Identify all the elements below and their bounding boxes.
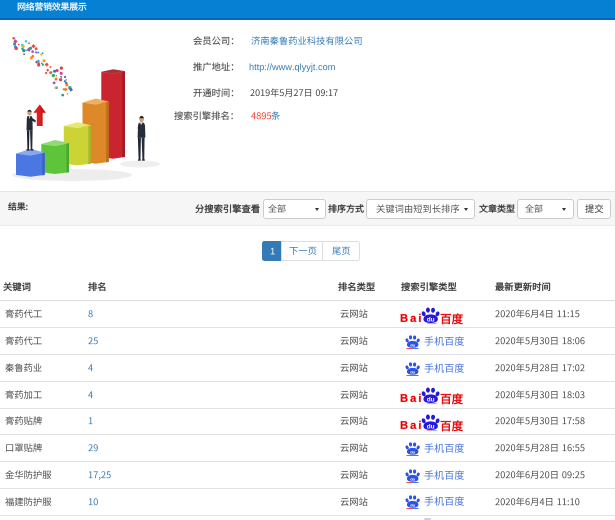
svg-text:du: du xyxy=(427,316,435,323)
svg-text:du: du xyxy=(427,423,435,430)
svg-text:du: du xyxy=(410,476,415,481)
svg-text:du: du xyxy=(427,396,435,403)
svg-text:du: du xyxy=(410,369,415,374)
svg-text:du: du xyxy=(410,449,415,454)
svg-text:du: du xyxy=(410,342,415,347)
svg-text:du: du xyxy=(410,503,415,508)
